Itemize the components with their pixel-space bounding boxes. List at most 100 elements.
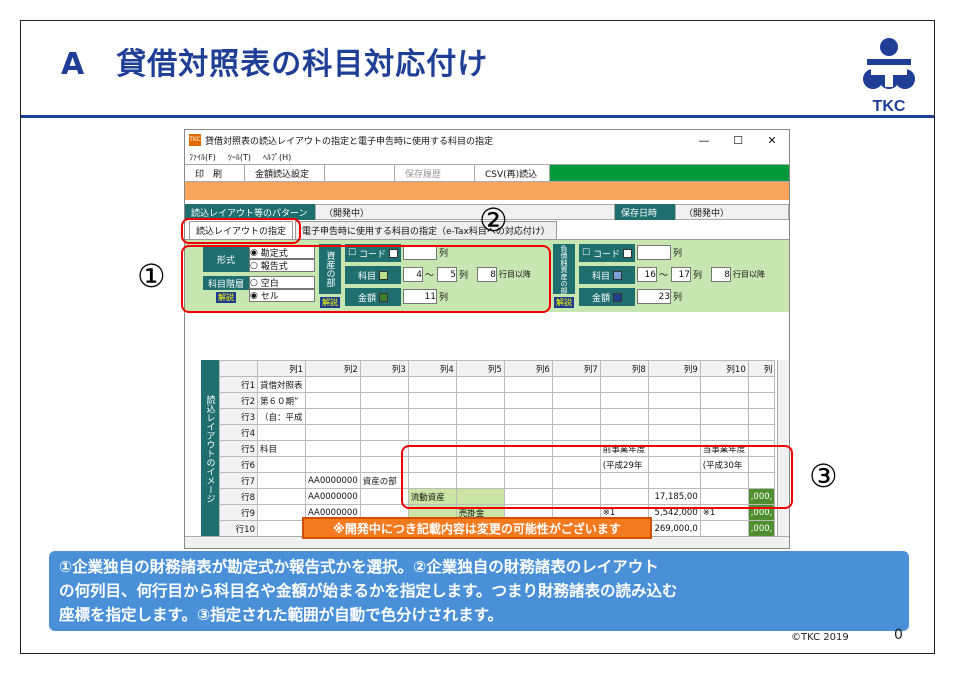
liab-amount-col-input[interactable]: 23	[637, 289, 671, 304]
grid-cell[interactable]	[257, 520, 306, 537]
grid-cell[interactable]	[257, 456, 306, 473]
grid-column-header: 列1	[257, 360, 306, 377]
grid-cell[interactable]	[551, 392, 601, 409]
grid-cell[interactable]	[257, 488, 306, 505]
grid-cell[interactable]	[551, 376, 601, 393]
tab-etax[interactable]: 電子申告時に使用する科目の指定（e-Tax科目への対応付け）	[295, 221, 557, 239]
dev-notice: ※開発中につき記載内容は変更の可能性がございます	[302, 517, 652, 539]
grid-cell[interactable]: 貸借対照表	[257, 376, 306, 393]
grid-cell[interactable]	[647, 408, 701, 425]
liab-subject-text: 科目	[591, 271, 610, 282]
grid-cell[interactable]	[599, 376, 649, 393]
grid-column-header: 列7	[551, 360, 601, 377]
grid-cell[interactable]	[359, 408, 409, 425]
liab-subject-to-input[interactable]: 17	[671, 267, 691, 282]
grid-cell[interactable]	[455, 424, 505, 441]
color-chip-navy	[613, 292, 622, 302]
grid-cell[interactable]	[305, 456, 361, 473]
grid-column-header: 列2	[305, 360, 361, 377]
grid-cell[interactable]	[305, 440, 361, 457]
save-history-button[interactable]: 保存履歴	[395, 165, 475, 181]
grid-cell[interactable]: 第６０期”	[257, 392, 306, 409]
row-after-label: 行目以降	[733, 269, 765, 279]
orange-band	[185, 182, 789, 200]
grid-cell[interactable]	[455, 408, 505, 425]
grid-row-header: 行5	[219, 440, 258, 457]
liab-subject-from-input[interactable]: 16	[637, 267, 657, 282]
app-icon: TKC	[189, 134, 201, 146]
checkbox-icon[interactable]: ☐	[582, 248, 590, 258]
liab-code-col-input[interactable]	[637, 245, 671, 260]
menu-file[interactable]: ﾌｧｲﾙ(F)	[189, 152, 216, 163]
grid-cell[interactable]	[407, 424, 457, 441]
grid-cell[interactable]: AA0000000	[305, 488, 361, 505]
grid-cell[interactable]	[747, 376, 776, 393]
grid-column-header: 列4	[407, 360, 457, 377]
grid-cell[interactable]	[503, 424, 553, 441]
help-button-3[interactable]: 解説	[554, 296, 574, 308]
grid-cell[interactable]	[747, 408, 776, 425]
caption-box: ①企業独自の財務諸表が勘定式か報告式かを選択。②企業独自の財務諸表のレイアウト …	[49, 551, 909, 631]
grid-cell[interactable]: ,000,	[747, 520, 776, 537]
grid-cell[interactable]	[599, 424, 649, 441]
grid-cell[interactable]	[747, 392, 776, 409]
grid-cell[interactable]	[407, 376, 457, 393]
liab-subject-row-input[interactable]: 8	[711, 267, 731, 282]
menu-tools[interactable]: ﾂｰﾙ(T)	[228, 152, 251, 163]
grid-cell[interactable]	[647, 392, 701, 409]
grid-cell[interactable]	[359, 392, 409, 409]
maximize-button[interactable]: ☐	[721, 134, 755, 147]
grid-cell[interactable]	[257, 472, 306, 489]
grid-cell[interactable]	[699, 392, 749, 409]
grid-cell[interactable]	[647, 424, 701, 441]
grid-cell[interactable]	[503, 392, 553, 409]
grid-cell[interactable]	[503, 376, 553, 393]
grid-cell[interactable]	[257, 504, 306, 521]
grid-row-header: 行2	[219, 392, 258, 409]
grid-cell[interactable]	[503, 408, 553, 425]
grid-cell[interactable]	[699, 408, 749, 425]
liab-code-text: コード	[592, 249, 620, 260]
table-row: 行4	[219, 424, 776, 441]
close-button[interactable]: ✕	[755, 134, 789, 147]
grid-cell[interactable]	[257, 424, 306, 441]
grid-cell[interactable]	[359, 424, 409, 441]
save-time-label: 保存日時	[615, 204, 675, 220]
grid-cell[interactable]	[407, 392, 457, 409]
grid-cell[interactable]	[455, 392, 505, 409]
grid-column-header: 列6	[503, 360, 553, 377]
highlight-box-settings	[181, 245, 551, 313]
grid-cell[interactable]	[699, 376, 749, 393]
grid-cell[interactable]	[305, 424, 361, 441]
grid-cell[interactable]: 科目	[257, 440, 306, 457]
grid-cell[interactable]	[359, 376, 409, 393]
print-button[interactable]: 印 刷	[185, 165, 245, 181]
grid-cell[interactable]	[305, 376, 361, 393]
grid-cell[interactable]	[455, 376, 505, 393]
csv-reload-button[interactable]: CSV(再)読込	[475, 165, 550, 181]
color-chip-blue	[613, 270, 622, 280]
minimize-button[interactable]: —	[687, 134, 721, 147]
grid-cell[interactable]	[699, 424, 749, 441]
toolbar: 印 刷 金額読込設定 保存履歴 CSV(再)読込	[185, 164, 789, 182]
grid-cell[interactable]	[407, 408, 457, 425]
pattern-value[interactable]: （開発中）	[315, 204, 615, 220]
copyright: ©TKC 2019	[791, 632, 849, 643]
grid-cell[interactable]	[699, 520, 749, 537]
grid-cell[interactable]	[551, 424, 601, 441]
grid-cell[interactable]	[599, 408, 649, 425]
grid-cell[interactable]: AA0000000	[305, 472, 361, 489]
grid-cell[interactable]	[305, 408, 361, 425]
grid-cell[interactable]	[599, 392, 649, 409]
grid-cell[interactable]	[647, 376, 701, 393]
menu-help[interactable]: ﾍﾙﾌﾟ(H)	[263, 152, 291, 163]
caption-line-1: ①企業独自の財務諸表が勘定式か報告式かを選択。②企業独自の財務諸表のレイアウト	[59, 558, 659, 576]
grid-cell[interactable]	[747, 424, 776, 441]
grid-row-header: 行8	[219, 488, 258, 505]
grid-cell[interactable]: 269,000,0	[647, 520, 701, 537]
grid-cell[interactable]	[305, 392, 361, 409]
svg-text:TKC: TKC	[873, 98, 906, 115]
amount-load-settings-button[interactable]: 金額読込設定	[245, 165, 325, 181]
grid-cell[interactable]: （自：平成	[257, 408, 306, 425]
grid-cell[interactable]	[551, 408, 601, 425]
